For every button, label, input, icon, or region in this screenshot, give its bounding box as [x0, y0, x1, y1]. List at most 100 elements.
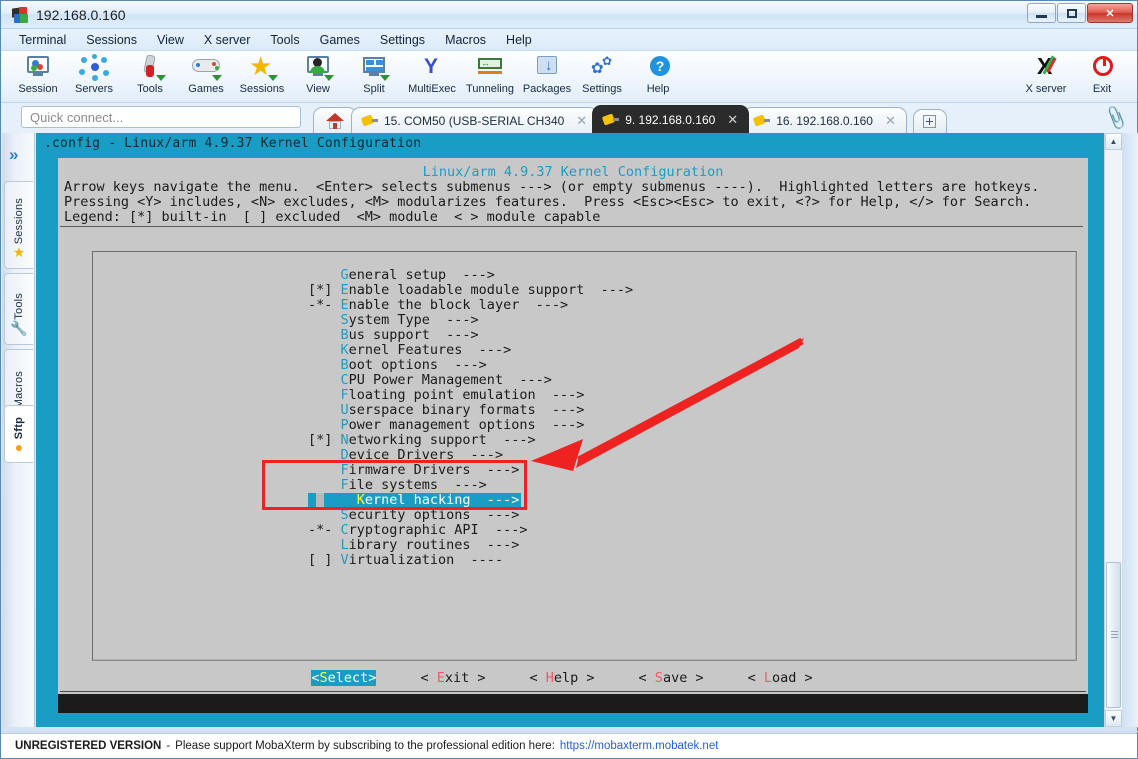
window-title: 192.168.0.160 — [36, 6, 126, 23]
maximize-button[interactable] — [1057, 3, 1086, 23]
close-button[interactable]: ✕ — [1087, 3, 1133, 23]
menu-row[interactable]: Device Drivers ---> — [308, 448, 1068, 463]
scrollbar-thumb[interactable] — [1106, 562, 1121, 708]
toolbar-button-session[interactable]: Session — [7, 53, 69, 101]
menu-row[interactable]: Power management options ---> — [308, 418, 1068, 433]
menu-row[interactable]: Kernel hacking ---> — [308, 493, 1068, 508]
menu-row-item[interactable]: [*] Enable loadable module support ---> — [308, 282, 633, 298]
toolbar-button-packages[interactable]: ↓ Packages — [515, 53, 579, 101]
menu-row[interactable]: -*- Enable the block layer ---> — [308, 298, 1068, 313]
toolbar-label: Sessions — [239, 83, 285, 95]
tab-session-9[interactable]: 9. 192.168.0.160 ✕ — [592, 105, 750, 133]
paperclip-icon[interactable]: 📎 — [1102, 105, 1130, 132]
menu-row-item[interactable]: Boot options ---> — [308, 357, 487, 373]
menu-row[interactable]: [*] Networking support ---> — [308, 433, 1068, 448]
scroll-up-icon[interactable]: ▲ — [1105, 133, 1122, 150]
tab-strip: 15. COM50 (USB-SERIAL CH340 ✕ 9. 192.168… — [313, 103, 947, 133]
menu-row-item[interactable]: Security options ---> — [308, 507, 520, 523]
status-dash: - — [166, 740, 171, 752]
menu-row-item[interactable]: Power management options ---> — [308, 417, 585, 433]
menu-item-games[interactable]: Games — [310, 31, 370, 49]
status-bar: UNREGISTERED VERSION - Please support Mo… — [1, 733, 1137, 758]
toolbar-button-help[interactable]: ? Help — [627, 53, 689, 101]
toolbar-button-servers[interactable]: Servers — [63, 53, 125, 101]
toolbar-button-settings[interactable]: ✿ ✿ Settings — [571, 53, 633, 101]
menu-row-item[interactable]: Kernel Features ---> — [308, 342, 512, 358]
terminal-panel[interactable]: .config - Linux/arm 4.9.37 Kernel Config… — [36, 133, 1104, 727]
minimize-button[interactable] — [1027, 3, 1056, 23]
menu-item-help[interactable]: Help — [496, 31, 542, 49]
menu-row[interactable]: Kernel Features ---> — [308, 343, 1068, 358]
menu-row[interactable]: File systems ---> — [308, 478, 1068, 493]
menu-item-terminal[interactable]: Terminal — [9, 31, 76, 49]
menu-item-settings[interactable]: Settings — [370, 31, 435, 49]
terminal-screen[interactable]: Linux/arm 4.9.37 Kernel Configuration Ar… — [58, 158, 1088, 713]
menu-row-item[interactable]: [*] Networking support ---> — [308, 432, 536, 448]
toolbar-button-x-server[interactable]: X X server — [1013, 53, 1079, 101]
tab-session-16[interactable]: 16. 192.168.0.160 ✕ — [743, 107, 907, 133]
dialog-button-oad[interactable]: < Load > — [748, 670, 813, 686]
mobaxterm-link[interactable]: https://mobaxterm.mobatek.net — [560, 740, 719, 752]
menu-item-tools[interactable]: Tools — [260, 31, 309, 49]
menu-item-x-server[interactable]: X server — [194, 31, 261, 49]
sidebar-item-sessions[interactable]: ★ Sessions — [4, 181, 33, 269]
dialog-button-elp[interactable]: < Help > — [529, 670, 594, 686]
menu-row-selected[interactable]: Kernel hacking ---> — [308, 493, 522, 508]
vertical-scrollbar[interactable]: ▲ ▼ — [1104, 133, 1122, 727]
menu-row[interactable]: Security options ---> — [308, 508, 1068, 523]
dialog-button-xit[interactable]: < Exit > — [420, 670, 485, 686]
toolbar-label: Tools — [137, 83, 163, 95]
menu-row-item[interactable]: Bus support ---> — [308, 327, 479, 343]
menu-row-item[interactable]: Library routines ---> — [308, 537, 520, 553]
sidebar-item-tools[interactable]: 🔧 Tools — [4, 273, 33, 345]
menu-row-item[interactable]: -*- Enable the block layer ---> — [308, 297, 568, 313]
menu-row-item[interactable]: Floating point emulation ---> — [308, 387, 585, 403]
chevrons-right-icon[interactable]: » — [9, 145, 18, 165]
menu-row-item[interactable]: Device Drivers ---> — [308, 447, 504, 463]
dialog-button-ave[interactable]: < Save > — [639, 670, 704, 686]
dialog-button-elect[interactable]: <Select> — [311, 670, 377, 686]
menu-row[interactable]: Floating point emulation ---> — [308, 388, 1068, 403]
menu-item-view[interactable]: View — [147, 31, 194, 49]
menu-row[interactable]: System Type ---> — [308, 313, 1068, 328]
menu-row[interactable]: General setup ---> — [308, 268, 1068, 283]
tab-bar-row: Quick connect... 15. COM50 (USB-SERIAL C… — [1, 103, 1137, 133]
toolbar-button-multiexec[interactable]: Y MultiExec — [399, 53, 465, 101]
menu-row-item[interactable]: General setup ---> — [308, 267, 495, 283]
sidebar-item-sftp[interactable]: ● Sftp — [4, 405, 33, 463]
tab-close-icon[interactable]: ✕ — [885, 113, 896, 129]
kernel-menu-list[interactable]: General setup ---> [*] Enable loadable mo… — [308, 268, 1068, 568]
toolbar-button-tunneling[interactable]: ↔ Tunneling — [457, 53, 523, 101]
menu-row[interactable]: Userspace binary formats ---> — [308, 403, 1068, 418]
menu-row[interactable]: Boot options ---> — [308, 358, 1068, 373]
menu-row-item[interactable]: -*- Cryptographic API ---> — [308, 522, 527, 538]
menu-row[interactable]: -*- Cryptographic API ---> — [308, 523, 1068, 538]
menu-item-sessions[interactable]: Sessions — [76, 31, 147, 49]
toolbar-button-sessions[interactable]: ★ Sessions — [231, 53, 293, 101]
menu-row[interactable]: Firmware Drivers ---> — [308, 463, 1068, 478]
menu-row[interactable]: [*] Enable loadable module support ---> — [308, 283, 1068, 298]
menu-row-item[interactable]: [ ] Virtualization ---- — [308, 552, 503, 568]
tab-close-icon[interactable]: ✕ — [576, 113, 587, 129]
menu-row-item[interactable]: File systems ---> — [308, 477, 487, 493]
status-divider — [2, 731, 1138, 732]
menu-row[interactable]: Bus support ---> — [308, 328, 1068, 343]
menu-row-item[interactable]: System Type ---> — [308, 312, 479, 328]
toolbar-button-games[interactable]: Games — [175, 53, 237, 101]
menu-row[interactable]: CPU Power Management ---> — [308, 373, 1068, 388]
toolbar-button-split[interactable]: Split — [343, 53, 405, 101]
scroll-down-icon[interactable]: ▼ — [1105, 710, 1122, 727]
toolbar-button-view[interactable]: View — [287, 53, 349, 101]
toolbar-button-exit[interactable]: Exit — [1073, 53, 1131, 101]
menu-row[interactable]: Library routines ---> — [308, 538, 1068, 553]
menu-row[interactable]: [ ] Virtualization ---- — [308, 553, 1068, 568]
quick-connect-input[interactable]: Quick connect... — [21, 106, 301, 128]
menu-item-macros[interactable]: Macros — [435, 31, 496, 49]
toolbar-button-tools[interactable]: Tools — [119, 53, 181, 101]
tab-com50[interactable]: 15. COM50 (USB-SERIAL CH340 ✕ — [351, 107, 599, 133]
tab-close-icon[interactable]: ✕ — [727, 112, 738, 128]
menu-row-item[interactable]: Userspace binary formats ---> — [308, 402, 585, 418]
new-tab-button[interactable] — [912, 109, 947, 133]
menu-row-item[interactable]: Firmware Drivers ---> — [308, 462, 520, 478]
menu-row-item[interactable]: CPU Power Management ---> — [308, 372, 552, 388]
